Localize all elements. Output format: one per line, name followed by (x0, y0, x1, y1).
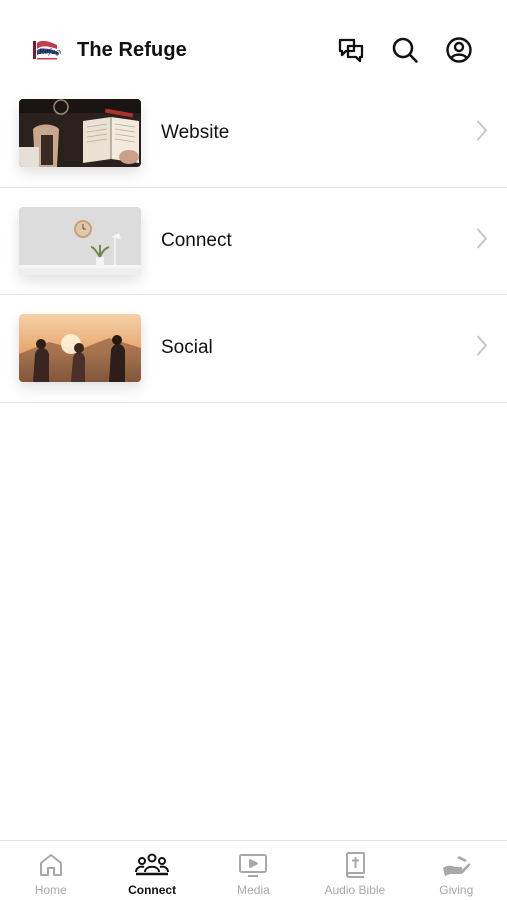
tab-audio-bible[interactable]: Audio Bible (304, 841, 405, 900)
app-title: The Refuge (77, 38, 187, 61)
list-item-label: Connect (161, 229, 232, 251)
home-icon (38, 851, 64, 879)
wall-clock-image (19, 206, 141, 275)
svg-text:Refuge: Refuge (38, 48, 61, 56)
tab-home[interactable]: Home (0, 841, 101, 900)
chevron-right-icon (475, 335, 489, 362)
bible-open-image (19, 99, 141, 168)
tv-play-icon (238, 851, 268, 879)
chevron-right-icon (475, 227, 489, 254)
people-icon (135, 851, 170, 879)
tab-media[interactable]: Media (203, 841, 304, 900)
refuge-logo-icon[interactable]: Refuge (30, 34, 62, 66)
list-item-label: Social (161, 337, 213, 359)
bottom-tab-bar: Home Connect Media Audio Bible Giving (0, 840, 507, 900)
tab-label: Home (34, 883, 67, 897)
friends-sunset-image (19, 314, 141, 383)
giving-hand-icon (441, 851, 471, 879)
list-item-website[interactable]: Website (0, 80, 507, 188)
chevron-right-icon (475, 120, 489, 147)
list-item-label: Website (161, 122, 230, 144)
tab-label: Connect (128, 883, 177, 897)
tab-label: Giving (439, 883, 474, 897)
profile-icon[interactable] (443, 34, 475, 66)
messages-icon[interactable] (335, 34, 367, 66)
list-item-social[interactable]: Social (0, 295, 507, 403)
tab-giving[interactable]: Giving (406, 841, 507, 900)
tab-label: Media (237, 883, 270, 897)
bible-cross-icon (343, 851, 367, 879)
list-item-connect[interactable]: Connect (0, 188, 507, 295)
app-screen: Refuge The Refuge (0, 0, 507, 900)
search-icon[interactable] (389, 34, 421, 66)
tab-connect[interactable]: Connect (101, 841, 202, 900)
header-actions (335, 34, 475, 66)
tab-label: Audio Bible (324, 883, 386, 897)
connect-list: Website Connect Social (0, 80, 507, 403)
